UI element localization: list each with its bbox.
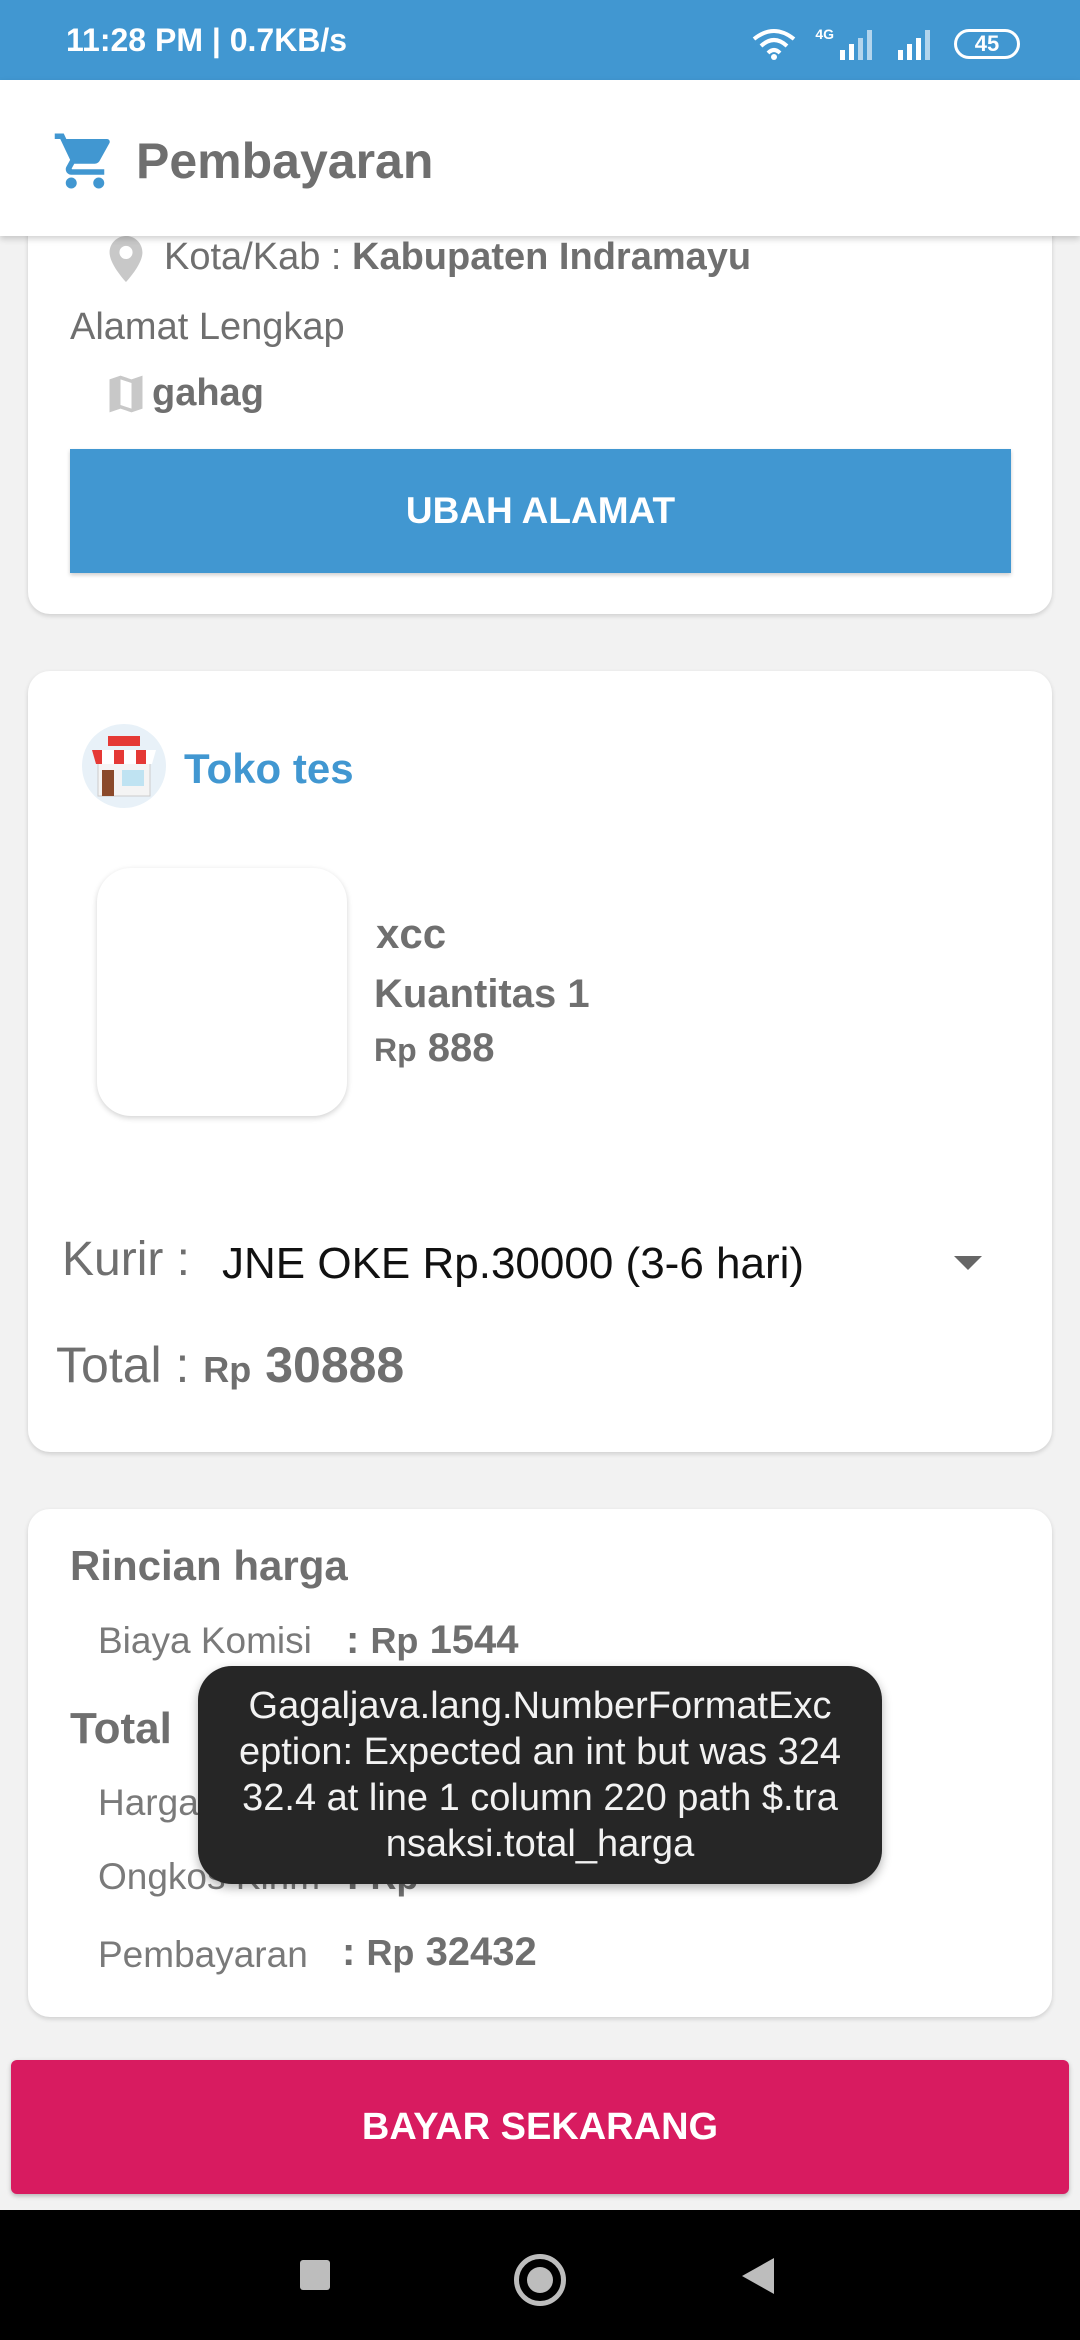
product-price-value: 888 [427, 1026, 495, 1070]
back-icon[interactable] [742, 2258, 774, 2294]
currency-label: Rp [370, 1620, 419, 1661]
kota-label: Kota/Kab : [164, 236, 353, 278]
toast-message: Gagaljava.lang.NumberFormatException: Ex… [238, 1685, 842, 1865]
pembayaran-value: : Rp 32432 [342, 1930, 537, 1975]
map-icon [109, 375, 143, 413]
signal-icon-2 [898, 30, 930, 60]
kurir-dropdown[interactable]: JNE OKE Rp.30000 (3-6 hari) [222, 1234, 1002, 1294]
pembayaran-label: Pembayaran [98, 1934, 308, 1975]
network-type-label: 4G [815, 26, 834, 42]
dropdown-arrow-icon [954, 1256, 982, 1270]
total-value: 30888 [265, 1337, 405, 1393]
currency-label: Rp [374, 1032, 417, 1068]
page-title: Pembayaran [136, 133, 434, 189]
colon: : [342, 1930, 367, 1974]
status-time: 11:28 PM | 0.7KB/s [66, 22, 348, 58]
status-icons: 4G 45 [751, 26, 1020, 62]
kurir-label: Kurir : [62, 1233, 191, 1286]
total-label: Total : [56, 1337, 204, 1393]
signal-icon [840, 30, 872, 60]
harga-label: Harga [98, 1782, 199, 1823]
komisi-value: : Rp 1544 [346, 1618, 519, 1663]
product-price: Rp 888 [374, 1026, 495, 1071]
currency-label: Rp [366, 1932, 415, 1973]
product-quantity: Kuantitas 1 [374, 972, 590, 1016]
store-total: Total : Rp 30888 [56, 1336, 404, 1394]
pembayaran-amount: 32432 [425, 1930, 537, 1974]
app-bar: Pembayaran [0, 80, 1080, 236]
wifi-icon [753, 29, 796, 60]
price-details-title: Rincian harga [70, 1542, 348, 1589]
recent-apps-icon[interactable] [300, 2260, 330, 2290]
battery-icon: 45 [954, 29, 1020, 59]
store-name[interactable]: Toko tes [184, 745, 354, 793]
total-section-title: Total [70, 1704, 172, 1753]
colon: : [346, 1618, 371, 1662]
home-icon[interactable] [514, 2254, 566, 2306]
kota-row: Kota/Kab : Kabupaten Indramayu [164, 236, 751, 279]
error-toast: Gagaljava.lang.NumberFormatException: Ex… [198, 1666, 882, 1884]
komisi-amount: 1544 [429, 1618, 519, 1662]
alamat-label: Alamat Lengkap [70, 306, 345, 348]
komisi-label: Biaya Komisi [98, 1620, 312, 1661]
currency-label: Rp [203, 1349, 252, 1390]
product-name: xcc [376, 910, 447, 957]
cart-icon [54, 133, 110, 189]
location-pin-icon [109, 236, 143, 282]
change-address-button[interactable]: UBAH ALAMAT [70, 449, 1011, 573]
store-icon [82, 724, 166, 808]
kurir-selected-value: JNE OKE Rp.30000 (3-6 hari) [222, 1239, 805, 1288]
pay-now-button[interactable]: BAYAR SEKARANG [11, 2060, 1069, 2194]
alamat-value: gahag [152, 372, 264, 414]
product-image [97, 868, 347, 1116]
kota-value: Kabupaten Indramayu [352, 236, 752, 278]
battery-level: 45 [974, 31, 1000, 56]
